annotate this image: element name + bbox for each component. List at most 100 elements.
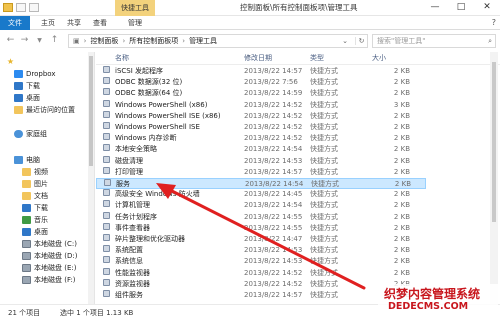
file-size: 2 KB: [393, 268, 410, 277]
window-title: 控制面板\所有控制面板项\管理工具: [240, 3, 358, 12]
file-row[interactable]: 本地安全策略 2013/8/22 14:54 快捷方式 2 KB: [96, 144, 426, 155]
file-name: 计算机管理: [115, 201, 150, 210]
address-dropdown-icon[interactable]: ⌄: [339, 37, 351, 45]
help-icon[interactable]: ?: [492, 18, 496, 27]
nav-scrollbar-thumb[interactable]: [89, 56, 93, 166]
nav-item-drive-f[interactable]: 本地磁盘 (F:): [22, 274, 76, 286]
file-list-scrollbar-thumb[interactable]: [492, 62, 496, 222]
file-row[interactable]: 系统信息 2013/8/22 14:53 快捷方式 2 KB: [96, 256, 426, 267]
column-name[interactable]: 名称: [115, 52, 129, 65]
file-date: 2013/8/22 14:59: [244, 89, 303, 98]
file-row[interactable]: 磁盘清理 2013/8/22 14:53 快捷方式 2 KB: [96, 155, 426, 167]
breadcrumb-admin-tools[interactable]: 管理工具: [189, 36, 217, 46]
file-row[interactable]: 打印管理 2013/8/22 14:57 快捷方式 2 KB: [96, 166, 426, 178]
file-size: 3 KB: [393, 100, 410, 109]
nav-item-desktop-pc[interactable]: 桌面: [22, 226, 48, 238]
file-type: 快捷方式: [310, 257, 338, 266]
file-row[interactable]: 计算机管理 2013/8/22 14:54 快捷方式 2 KB: [96, 200, 426, 211]
back-icon[interactable]: ←: [4, 34, 17, 47]
file-row[interactable]: ODBC 数据源(32 位) 2013/8/22 7:56 快捷方式 2 KB: [96, 77, 426, 88]
nav-item-label: 家庭组: [26, 130, 47, 138]
file-date: 2013/8/22 14:54: [244, 201, 303, 210]
tab-home[interactable]: 主页: [38, 16, 58, 30]
nav-item-music[interactable]: 音乐: [22, 214, 48, 226]
nav-item-drive-c[interactable]: 本地磁盘 (C:): [22, 238, 77, 250]
tab-share[interactable]: 共享: [64, 16, 84, 30]
file-name: Windows 内存诊断: [115, 134, 177, 143]
file-name: 本地安全策略: [115, 145, 157, 154]
column-type[interactable]: 类型: [310, 52, 324, 65]
tab-view[interactable]: 查看: [90, 16, 110, 30]
file-row[interactable]: Windows PowerShell (x86) 2013/8/22 14:52 快…: [96, 99, 426, 111]
file-row[interactable]: 任务计划程序 2013/8/22 14:55 快捷方式 2 KB: [96, 211, 426, 223]
shortcut-file-icon: [103, 88, 110, 96]
file-row[interactable]: 服务 2013/8/22 14:54 快捷方式 2 KB: [96, 178, 426, 190]
nav-item-homegroup[interactable]: 家庭组: [14, 128, 47, 140]
forward-icon[interactable]: →: [18, 34, 31, 47]
properties-icon[interactable]: [16, 3, 26, 12]
up-icon[interactable]: ↑: [48, 34, 61, 47]
address-bar[interactable]: ▣ › 控制面板 › 所有控制面板项 › 管理工具 ⌄ ↻: [68, 34, 368, 48]
file-row[interactable]: Windows PowerShell ISE 2013/8/22 14:52 快捷方…: [96, 122, 426, 133]
refresh-icon[interactable]: ↻: [355, 37, 367, 45]
new-folder-icon[interactable]: [29, 3, 39, 12]
tab-manage[interactable]: 管理: [124, 16, 146, 30]
file-row[interactable]: 事件查看器 2013/8/22 14:55 快捷方式 2 KB: [96, 222, 426, 234]
file-date: 2013/8/22 14:55: [244, 223, 303, 232]
file-row[interactable]: Windows 内存诊断 2013/8/22 14:52 快捷方式 2 KB: [96, 133, 426, 144]
file-type: 快捷方式: [310, 279, 338, 288]
file-row[interactable]: iSCSI 发起程序 2013/8/22 14:57 快捷方式 2 KB: [96, 66, 426, 77]
breadcrumb-control-panel[interactable]: 控制面板: [90, 36, 118, 46]
search-icon[interactable]: ⌕: [488, 35, 492, 47]
recent-locations-icon[interactable]: ▼: [33, 34, 46, 47]
chevron-right-icon: ›: [182, 37, 186, 45]
file-row[interactable]: ODBC 数据源(64 位) 2013/8/22 14:59 快捷方式 2 KB: [96, 88, 426, 99]
column-size[interactable]: 大小: [372, 52, 386, 65]
drive-icon: [22, 264, 31, 272]
file-type: 快捷方式: [310, 123, 338, 131]
search-input[interactable]: 搜索"管理工具" ⌕: [372, 34, 496, 48]
file-name: 资源监视器: [115, 279, 150, 288]
file-row[interactable]: 资源监视器2013/8/22 14:52快捷方式2 KB: [96, 278, 426, 290]
file-type: 快捷方式: [310, 134, 338, 143]
nav-item-pictures[interactable]: 图片: [22, 178, 48, 190]
nav-item-drive-d[interactable]: 本地磁盘 (D:): [22, 250, 77, 262]
file-row[interactable]: 碎片整理和优化驱动器 2013/8/22 14:47 快捷方式 2 KB: [96, 234, 426, 245]
nav-item-documents[interactable]: 文档: [22, 190, 48, 202]
nav-item-videos[interactable]: 视频: [22, 166, 48, 178]
videos-icon: [22, 168, 31, 176]
column-date[interactable]: 修改日期: [244, 52, 272, 65]
shortcut-file-icon: [103, 234, 110, 241]
folder-app-icon[interactable]: [3, 3, 13, 12]
close-button[interactable]: ✕: [474, 0, 500, 16]
nav-item-downloads[interactable]: 下载: [14, 80, 40, 92]
file-row[interactable]: 性能监视器 2013/8/22 14:52 快捷方式 2 KB: [96, 267, 426, 279]
computer-icon: [14, 156, 23, 164]
nav-item-dropbox[interactable]: Dropbox: [14, 68, 56, 80]
file-size: 2 KB: [393, 223, 410, 232]
file-size: 2 KB: [393, 212, 410, 221]
file-date: 2013/8/22 14:52: [244, 279, 303, 288]
file-size: 2 KB: [393, 89, 410, 98]
nav-item-downloads-pc[interactable]: 下载: [22, 202, 48, 214]
nav-favorites-star[interactable]: ★: [6, 56, 15, 68]
nav-item-recent[interactable]: 最近访问的位置: [14, 104, 75, 116]
nav-item-desktop[interactable]: 桌面: [14, 92, 40, 104]
nav-item-drive-e[interactable]: 本地磁盘 (E:): [22, 262, 76, 274]
music-icon: [22, 216, 31, 224]
nav-item-pc[interactable]: 电脑: [14, 154, 40, 166]
file-list-scrollbar[interactable]: [490, 52, 498, 304]
file-date: 2013/8/22 14:53: [244, 257, 303, 266]
quick-access-toolbar: [3, 3, 39, 12]
file-row[interactable]: 组件服务2013/8/22 14:57快捷方式2 KB: [96, 290, 426, 301]
file-date: 2013/8/22 14:52: [244, 134, 303, 143]
file-row[interactable]: Windows PowerShell ISE (x86) 2013/8/22 14…: [96, 110, 426, 122]
tab-file[interactable]: 文件: [0, 16, 30, 30]
file-row[interactable]: 高级安全 Windows 防火墙 2013/8/22 14:45 快捷方式 2 KB: [96, 189, 426, 200]
minimize-button[interactable]: —: [422, 0, 448, 16]
file-row[interactable]: 系统配置 2013/8/22 14:53 快捷方式 2 KB: [96, 245, 426, 256]
breadcrumb-all-items[interactable]: 所有控制面板项: [129, 36, 178, 46]
nav-scrollbar[interactable]: [88, 52, 94, 304]
maximize-button[interactable]: □: [448, 0, 474, 16]
file-date: 2013/8/22 7:56: [244, 78, 298, 87]
